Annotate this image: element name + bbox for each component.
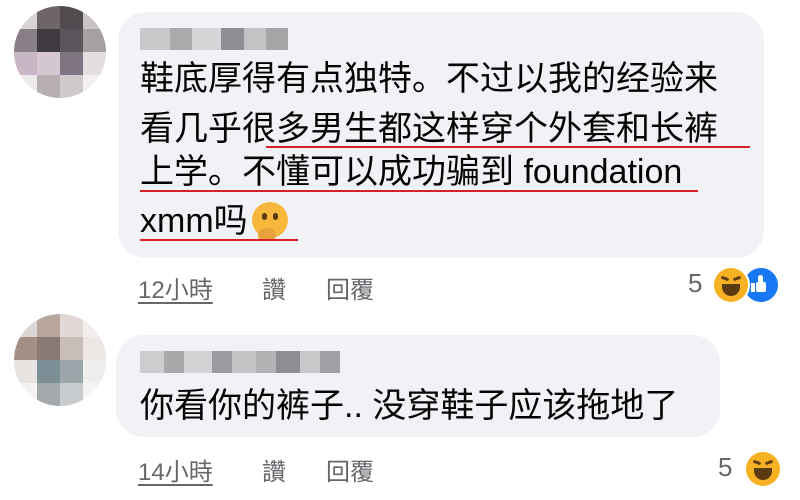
- reaction-count[interactable]: 5: [718, 452, 732, 483]
- red-underline-annotation: [140, 190, 698, 192]
- comment-text-line-last: xmm吗: [140, 201, 288, 241]
- comment-text-line: 鞋底厚得有点独特。不过以我的经验来: [140, 60, 718, 98]
- comment-text-line: 你看你的裤子.. 没穿鞋子应该拖地了: [140, 387, 679, 425]
- comment-timestamp[interactable]: 14小時: [138, 452, 213, 487]
- haha-reaction-icon[interactable]: [712, 266, 750, 304]
- reply-button[interactable]: 回覆: [326, 452, 374, 487]
- avatar[interactable]: [14, 6, 106, 98]
- comment-timestamp[interactable]: 12小時: [138, 270, 213, 305]
- thinking-face-emoji-icon: [251, 202, 288, 240]
- red-underline-annotation: [140, 239, 298, 241]
- comment-text-line: 上学。不懂可以成功骗到 foundation: [140, 153, 683, 191]
- commenter-name-blurred[interactable]: [140, 351, 340, 373]
- commenter-name-blurred[interactable]: [140, 28, 288, 50]
- red-underline-annotation: [266, 146, 750, 148]
- like-button[interactable]: 讚: [262, 452, 286, 487]
- reaction-count[interactable]: 5: [688, 268, 702, 299]
- reply-button[interactable]: 回覆: [326, 270, 374, 305]
- comment-text-line: 看几乎很多男生都这样穿个外套和长裤: [140, 110, 718, 148]
- haha-reaction-icon[interactable]: [744, 450, 782, 488]
- avatar[interactable]: [14, 314, 106, 406]
- comment-text-fragment: xmm吗: [140, 202, 248, 240]
- like-button[interactable]: 讚: [262, 270, 286, 305]
